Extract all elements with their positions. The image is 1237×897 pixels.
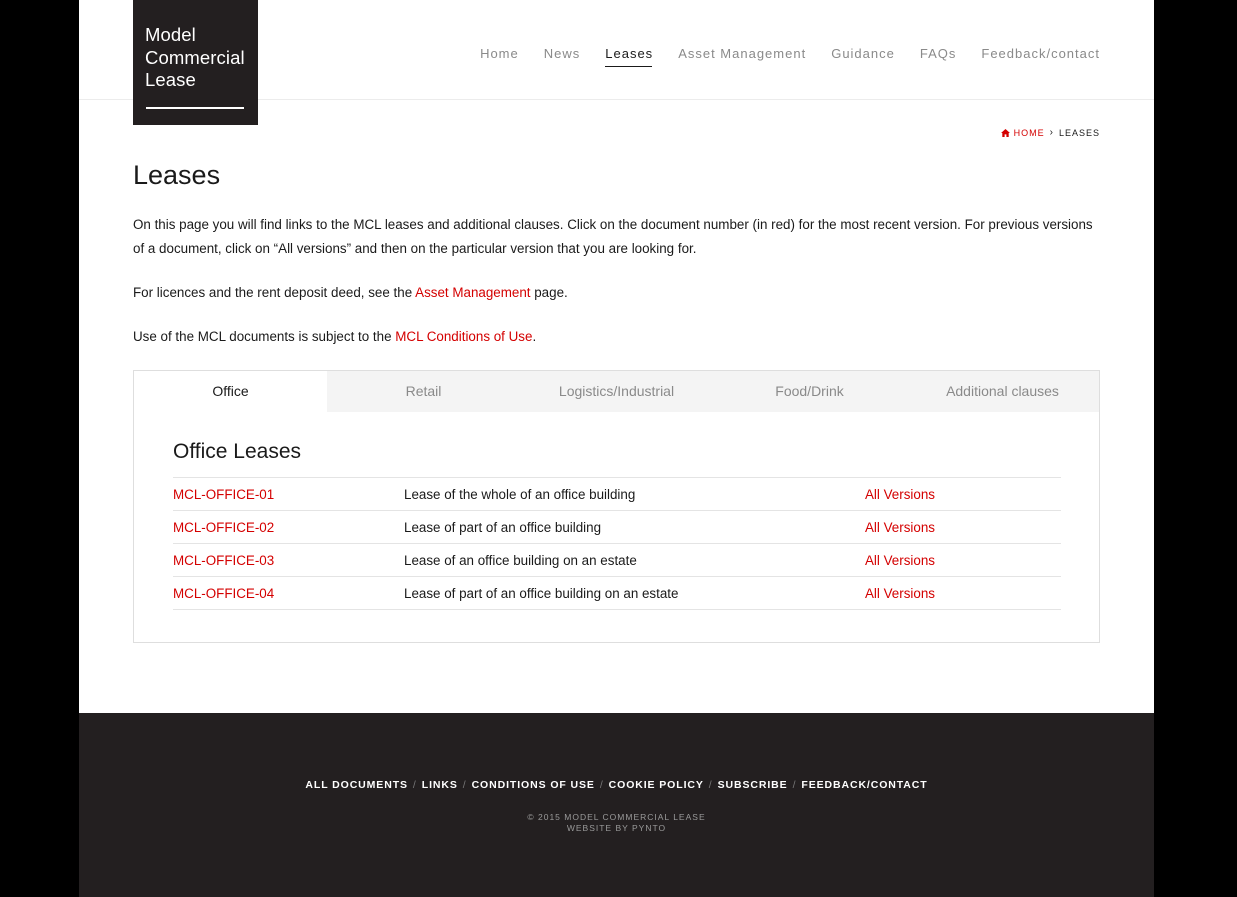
nav-news[interactable]: News: [544, 46, 581, 67]
footer-separator: /: [599, 779, 604, 791]
tab-additional-clauses[interactable]: Additional clauses: [906, 371, 1099, 412]
conditions-text-before: Use of the MCL documents is subject to t…: [133, 329, 396, 344]
all-versions-link[interactable]: All Versions: [865, 487, 935, 502]
footer-link-feedback-contact[interactable]: FEEDBACK/CONTACT: [801, 779, 927, 791]
all-versions-link[interactable]: All Versions: [865, 553, 935, 568]
main-nav: Home News Leases Asset Management Guidan…: [455, 46, 1100, 67]
lease-description: Lease of part of an office building: [404, 519, 602, 535]
lease-code-link[interactable]: MCL-OFFICE-03: [173, 553, 404, 568]
all-versions-link[interactable]: All Versions: [865, 586, 935, 601]
nav-feedback-contact[interactable]: Feedback/contact: [981, 46, 1100, 67]
tab-retail[interactable]: Retail: [327, 371, 520, 412]
footer-link-links[interactable]: LINKS: [422, 779, 458, 791]
breadcrumb-current: LEASES: [1058, 127, 1100, 138]
tab-office[interactable]: Office: [134, 371, 327, 412]
footer-link-subscribe[interactable]: SUBSCRIBE: [718, 779, 788, 791]
licences-text-after: page.: [530, 285, 568, 300]
footer-separator: /: [708, 779, 713, 791]
footer-separator: /: [792, 779, 797, 791]
footer-link-conditions-of-use[interactable]: CONDITIONS OF USE: [472, 779, 595, 791]
table-row: MCL-OFFICE-04 Lease of part of an office…: [173, 577, 1061, 610]
site-footer: ALL DOCUMENTS / LINKS / CONDITIONS OF USE / CO…: [79, 713, 1154, 897]
intro-paragraph: On this page you will find links to the …: [133, 217, 1093, 256]
website-credit[interactable]: WEBSITE BY PYNTO: [79, 823, 1154, 834]
lease-code-link[interactable]: MCL-OFFICE-04: [173, 586, 404, 601]
lease-code-link[interactable]: MCL-OFFICE-01: [173, 487, 404, 502]
footer-link-cookie-policy[interactable]: COOKIE POLICY: [609, 779, 704, 791]
lease-table: MCL-OFFICE-01 Lease of the whole of an o…: [173, 477, 1061, 610]
logo-line-2: Commercial: [145, 46, 245, 68]
page: Model Commercial Lease Home News Leases …: [79, 0, 1154, 897]
site-logo[interactable]: Model Commercial Lease: [133, 0, 258, 125]
nav-faqs[interactable]: FAQs: [920, 46, 957, 67]
licences-text-before: For licences and the rent deposit deed, …: [133, 285, 416, 300]
breadcrumb-home-label: HOME: [1013, 127, 1045, 138]
tab-logistics-industrial[interactable]: Logistics/Industrial: [520, 371, 713, 412]
tab-food-drink[interactable]: Food/Drink: [713, 371, 906, 412]
conditions-text-after: .: [532, 329, 537, 344]
conditions-of-use-link[interactable]: MCL Conditions of Use: [395, 329, 532, 344]
copyright-text: © 2015 MODEL COMMERCIAL LEASE: [527, 812, 706, 822]
nav-home[interactable]: Home: [480, 46, 519, 67]
logo-line-3: Lease: [145, 69, 196, 90]
lease-description: Lease of part of an office building on a…: [404, 585, 679, 601]
section-title: Office Leases: [173, 440, 302, 463]
table-row: MCL-OFFICE-01 Lease of the whole of an o…: [173, 478, 1061, 511]
lease-code-link[interactable]: MCL-OFFICE-02: [173, 520, 404, 535]
footer-separator: /: [412, 779, 417, 791]
lease-tabs-panel: Office Retail Logistics/Industrial Food/…: [133, 370, 1100, 643]
logo-line-1: Model: [145, 24, 196, 45]
nav-asset-management[interactable]: Asset Management: [678, 46, 806, 67]
footer-separator: /: [462, 779, 467, 791]
site-header: Model Commercial Lease Home News Leases …: [79, 0, 1154, 125]
licences-paragraph: For licences and the rent deposit deed, …: [133, 281, 1103, 305]
conditions-paragraph: Use of the MCL documents is subject to t…: [133, 325, 1103, 349]
tab-bar: Office Retail Logistics/Industrial Food/…: [134, 371, 1099, 412]
table-row: MCL-OFFICE-03 Lease of an office buildin…: [173, 544, 1061, 577]
table-row: MCL-OFFICE-02 Lease of part of an office…: [173, 511, 1061, 544]
footer-links: ALL DOCUMENTS / LINKS / CONDITIONS OF USE / CO…: [79, 779, 1154, 791]
lease-description: Lease of an office building on an estate: [404, 552, 637, 568]
logo-underline: [146, 107, 244, 109]
page-title: Leases: [133, 160, 221, 190]
all-versions-link[interactable]: All Versions: [865, 520, 935, 535]
home-icon: [1000, 128, 1010, 137]
copyright: © 2015 MODEL COMMERCIAL LEASE WEBSITE BY…: [79, 812, 1154, 834]
breadcrumb-home-link[interactable]: HOME: [1000, 127, 1045, 138]
asset-management-link[interactable]: Asset Management: [415, 285, 530, 300]
lease-description: Lease of the whole of an office building: [404, 486, 636, 502]
breadcrumb-separator: ›: [1049, 127, 1054, 138]
footer-link-all-documents[interactable]: ALL DOCUMENTS: [305, 779, 408, 791]
breadcrumb: HOME › LEASES: [1000, 127, 1100, 138]
nav-leases[interactable]: Leases: [605, 46, 653, 67]
nav-guidance[interactable]: Guidance: [831, 46, 895, 67]
